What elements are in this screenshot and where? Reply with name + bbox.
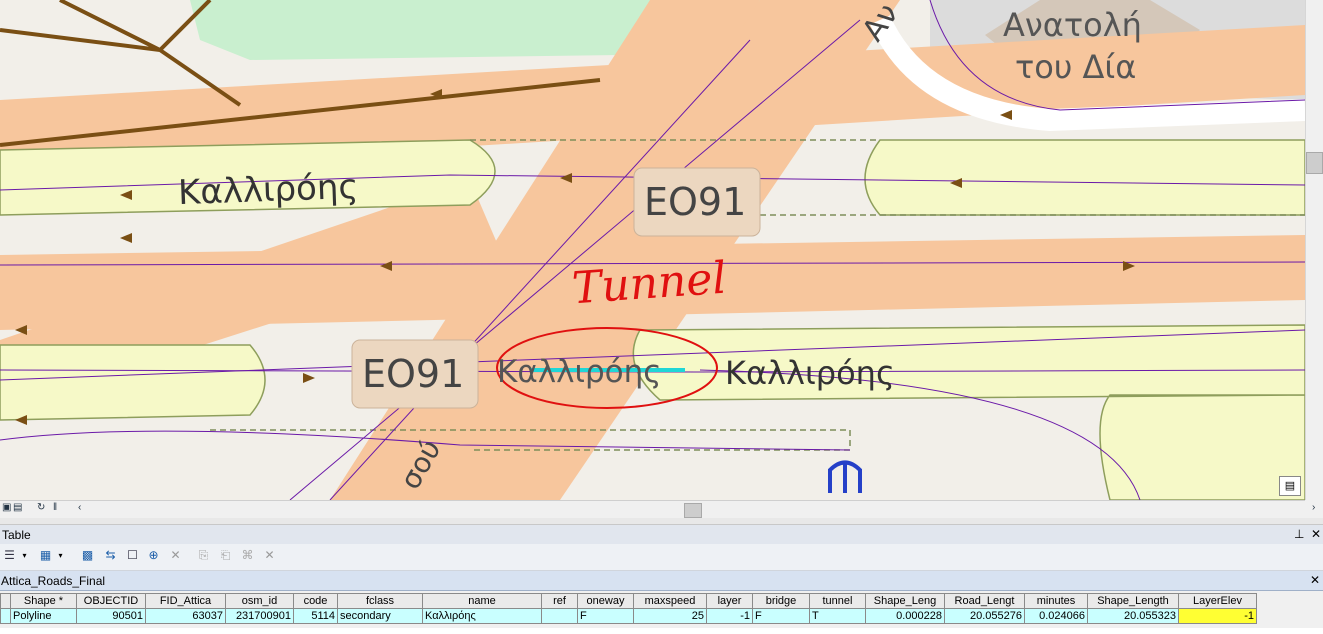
close-icon[interactable]: ✕ <box>1310 573 1320 587</box>
table-cell[interactable] <box>541 608 578 624</box>
table-cell[interactable]: 231700901 <box>225 608 294 624</box>
layout-view-icon[interactable]: ▤ <box>13 502 22 514</box>
column-header[interactable]: oneway <box>577 593 634 609</box>
table-cell[interactable]: Polyline <box>10 608 77 624</box>
column-header[interactable]: tunnel <box>809 593 866 609</box>
scroll-left-icon[interactable]: ‹ <box>78 502 81 514</box>
table-cell[interactable]: secondary <box>337 608 423 624</box>
related-tables-icon[interactable]: ▦ <box>38 548 53 563</box>
table-cell[interactable]: 20.055323 <box>1087 608 1179 624</box>
horizontal-scroll-thumb[interactable] <box>684 503 702 518</box>
column-header[interactable]: fclass <box>337 593 423 609</box>
road-label: Καλλιρόης <box>725 354 895 392</box>
zoom-to-selected-icon[interactable]: ⊕ <box>146 548 161 563</box>
column-header[interactable]: osm_id <box>225 593 294 609</box>
data-view-icon[interactable]: ▣ <box>2 502 11 514</box>
road-label: Καλλιρόης <box>177 166 359 214</box>
table-row[interactable]: Polyline 90501 63037 231700901 5114 secondary… <box>0 608 1257 624</box>
table-cell[interactable]: Καλλιρόης <box>422 608 542 624</box>
tunnel-annotation: Tunnel <box>570 252 729 315</box>
column-header[interactable]: OBJECTID <box>76 593 146 609</box>
column-header[interactable]: Shape_Leng <box>865 593 945 609</box>
column-header[interactable]: minutes <box>1024 593 1088 609</box>
table-window-title: Table <box>2 528 31 542</box>
column-header[interactable]: ref <box>541 593 578 609</box>
table-cell[interactable]: 90501 <box>76 608 146 624</box>
table-header-row: Shape * OBJECTID FID_Attica osm_id code fclas… <box>0 593 1257 609</box>
route-shield: ΕΟ91 <box>644 180 747 224</box>
note-icon[interactable]: ▤ <box>1279 476 1301 496</box>
column-header[interactable]: bridge <box>752 593 810 609</box>
table-cell[interactable]: 25 <box>633 608 707 624</box>
column-header[interactable]: code <box>293 593 338 609</box>
dropdown-arrow-icon[interactable]: ▾ <box>53 548 68 563</box>
table-empty-area <box>0 628 1323 634</box>
copy-icon[interactable]: ⎘ <box>196 548 211 563</box>
layer-tab[interactable]: Attica_Roads_Final <box>1 574 105 588</box>
select-by-attributes-icon[interactable]: ▩ <box>80 548 95 563</box>
refresh-icon[interactable]: ↻ <box>37 502 45 514</box>
column-header[interactable]: LayerElev <box>1178 593 1257 609</box>
layer-tab-bar: Attica_Roads_Final ✕ <box>0 571 1323 591</box>
area-label: του Δία <box>1015 48 1137 86</box>
paste-icon[interactable]: ⎗ <box>218 548 233 563</box>
table-cell[interactable]: -1 <box>706 608 753 624</box>
clear-selection-icon[interactable]: ☐ <box>125 548 140 563</box>
scroll-right-icon[interactable]: › <box>1312 502 1315 514</box>
delete-selected-icon[interactable]: ✕ <box>168 548 183 563</box>
column-header[interactable]: maxspeed <box>633 593 707 609</box>
table-cell[interactable]: -1 <box>1178 608 1257 624</box>
area-label: Ανατολή <box>1003 6 1142 44</box>
column-header[interactable]: Road_Lengt <box>944 593 1025 609</box>
column-header[interactable]: Shape * <box>10 593 77 609</box>
attribute-table: Shape * OBJECTID FID_Attica osm_id code fclas… <box>0 593 1257 624</box>
table-cell[interactable]: F <box>752 608 810 624</box>
horizontal-scrollbar[interactable] <box>0 500 1305 519</box>
table-cell[interactable]: F <box>577 608 634 624</box>
column-header[interactable]: name <box>422 593 542 609</box>
table-cell[interactable]: 63037 <box>145 608 226 624</box>
table-cell[interactable]: T <box>809 608 866 624</box>
table-cell[interactable]: 20.055276 <box>944 608 1025 624</box>
table-cell[interactable]: 5114 <box>293 608 338 624</box>
table-window-titlebar: Table ⊥ ✕ <box>0 525 1323 545</box>
vertical-scroll-thumb[interactable] <box>1306 152 1323 174</box>
pin-icon[interactable]: ⊥ <box>1294 527 1304 541</box>
delete-icon[interactable]: ✕ <box>262 548 277 563</box>
table-cell[interactable]: 0.024066 <box>1024 608 1088 624</box>
vertical-scrollbar[interactable] <box>1305 0 1323 500</box>
road-label: Καλλιρόης <box>497 354 662 390</box>
splitter[interactable] <box>0 518 1323 525</box>
route-shield: ΕΟ91 <box>362 352 465 396</box>
switch-selection-icon[interactable]: ⇆ <box>103 548 118 563</box>
table-options-icon[interactable]: ☰ <box>2 548 17 563</box>
row-selector[interactable] <box>0 608 11 624</box>
pause-icon[interactable]: ‖ <box>53 502 57 514</box>
close-icon[interactable]: ✕ <box>1311 527 1321 541</box>
column-header[interactable]: Shape_Length <box>1087 593 1179 609</box>
table-cell[interactable]: 0.000228 <box>865 608 945 624</box>
column-header[interactable]: FID_Attica <box>145 593 226 609</box>
attachment-icon[interactable]: ⌘ <box>240 548 255 563</box>
dropdown-arrow-icon[interactable]: ▾ <box>17 548 32 563</box>
row-selector-header[interactable] <box>0 593 11 609</box>
column-header[interactable]: layer <box>706 593 753 609</box>
